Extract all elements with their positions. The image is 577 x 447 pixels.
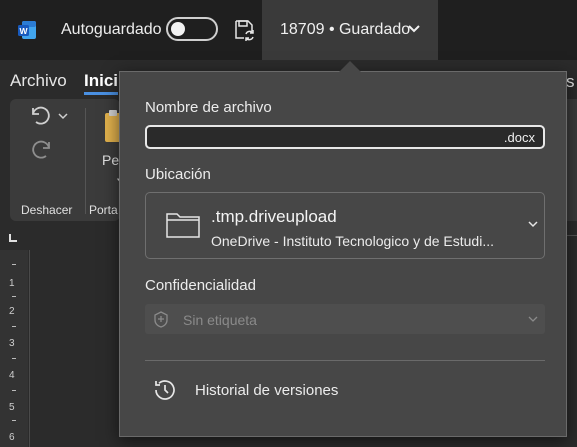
ruler-number: 2	[9, 306, 15, 317]
active-tab-indicator	[84, 92, 118, 95]
ruler-number: 3	[9, 338, 15, 349]
shield-icon	[154, 311, 168, 328]
location-label: Ubicación	[145, 166, 211, 183]
chevron-down-icon	[528, 221, 538, 228]
ruler-number: 5	[9, 402, 15, 413]
location-name: .tmp.driveupload	[211, 207, 337, 226]
ruler-tick	[12, 390, 16, 391]
folder-icon	[166, 213, 200, 238]
ruler-tick	[12, 264, 16, 265]
history-icon	[155, 380, 175, 400]
filename-label: Nombre de archivo	[145, 99, 272, 116]
document-title-button[interactable]: 18709 • Guardado	[262, 0, 438, 60]
tab-partial-right[interactable]: s	[566, 72, 575, 92]
filename-field[interactable]: .docx	[145, 125, 545, 149]
svg-text:W: W	[19, 26, 28, 36]
save-sync-icon[interactable]	[233, 19, 255, 41]
chevron-down-icon	[408, 25, 420, 33]
ruler-tick	[12, 420, 16, 421]
word-logo-icon[interactable]: W	[17, 20, 37, 40]
tab-stop-icon[interactable]	[8, 233, 18, 243]
redo-icon[interactable]	[29, 138, 53, 160]
ruler-number: 4	[9, 370, 15, 381]
ruler-tick	[12, 296, 16, 297]
autosave-toggle[interactable]	[166, 17, 218, 41]
undo-group-label: Deshacer	[21, 203, 73, 217]
sensitivity-value: Sin etiqueta	[183, 312, 257, 328]
version-history-label: Historial de versiones	[195, 382, 339, 399]
sensitivity-label: Confidencialidad	[145, 277, 256, 294]
popup-caret	[339, 61, 361, 72]
undo-icon[interactable]	[29, 104, 53, 126]
toggle-knob	[171, 22, 185, 36]
autosave-label: Autoguardado	[61, 21, 162, 38]
chevron-down-icon	[528, 316, 538, 322]
ribbon-separator	[85, 108, 86, 214]
ruler-tick	[12, 358, 16, 359]
divider	[145, 360, 545, 361]
filename-extension: .docx	[503, 130, 535, 145]
ruler-number: 1	[9, 278, 15, 289]
tab-archivo[interactable]: Archivo	[10, 71, 67, 91]
clipboard-group-label: Porta	[89, 203, 118, 217]
ruler-border	[29, 250, 30, 447]
ruler-tick	[12, 326, 16, 327]
location-path: OneDrive - Instituto Tecnologico y de Es…	[211, 233, 494, 249]
tab-inicio[interactable]: Inici	[84, 71, 118, 91]
document-title: 18709 • Guardado	[280, 21, 411, 38]
ruler-number: 6	[9, 432, 15, 443]
chevron-down-icon[interactable]	[58, 112, 68, 120]
